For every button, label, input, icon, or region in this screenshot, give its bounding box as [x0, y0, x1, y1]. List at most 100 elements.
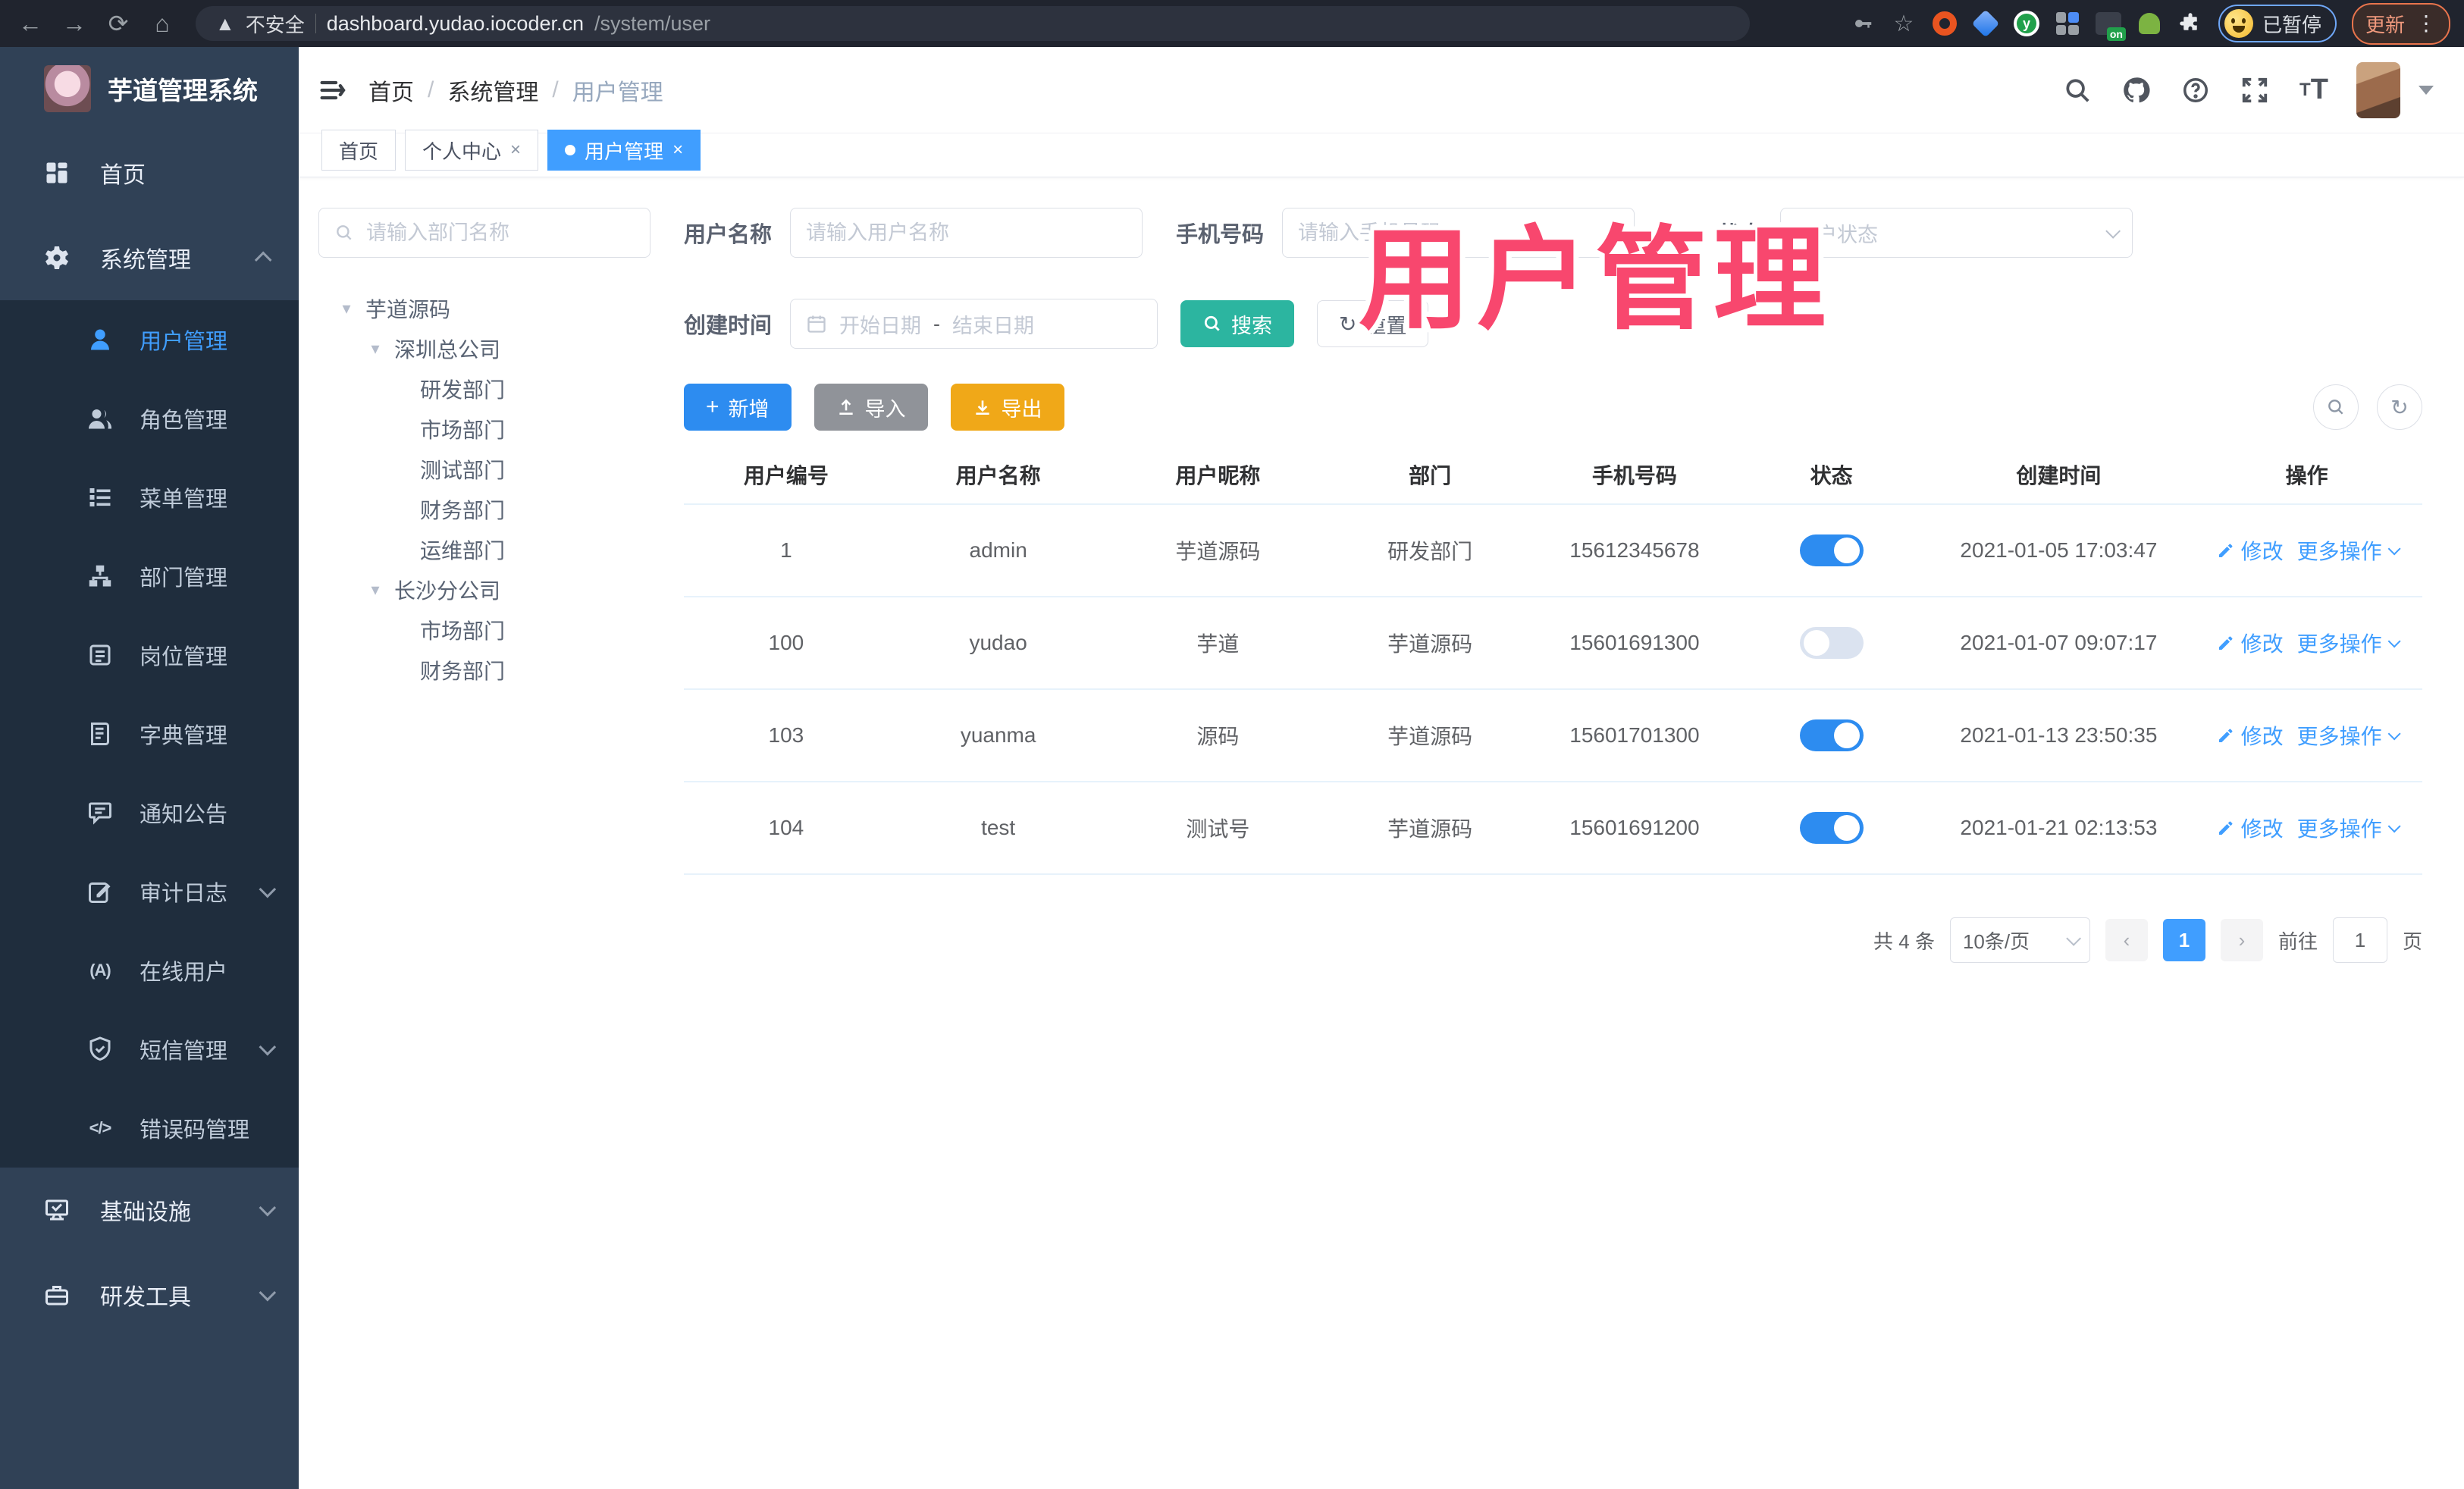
close-icon[interactable]: ×	[510, 139, 521, 161]
bookmark-star-icon[interactable]: ☆	[1891, 11, 1917, 36]
post-icon	[86, 641, 114, 669]
address-bar[interactable]: ▲ 不安全 dashboard.yudao.iocoder.cn/system/…	[196, 6, 1750, 41]
goto-label: 前往	[2277, 929, 2318, 953]
sidebar-item-devtools[interactable]: 研发工具	[0, 1252, 299, 1337]
extension-green-key-icon[interactable]	[2136, 11, 2162, 36]
edit-link[interactable]: 修改	[2217, 720, 2284, 751]
edit-link[interactable]: 修改	[2217, 628, 2284, 658]
tree-expand-icon[interactable]: ▾	[365, 580, 385, 600]
github-icon[interactable]	[2120, 74, 2153, 107]
status-toggle[interactable]	[1799, 627, 1864, 659]
refresh-table-button[interactable]: ↻	[2377, 384, 2422, 430]
tree-node[interactable]: ▾ 长沙分公司	[318, 569, 650, 610]
reload-icon[interactable]: ⟳	[102, 7, 135, 40]
tab-home[interactable]: 首页	[321, 130, 397, 171]
more-actions-link[interactable]: 更多操作	[2297, 720, 2401, 751]
more-actions-link[interactable]: 更多操作	[2297, 535, 2401, 566]
page-size-select[interactable]: 10条/页	[1949, 917, 2090, 963]
date-start-placeholder: 开始日期	[839, 314, 922, 337]
extension-green-y-icon[interactable]: y	[2013, 11, 2039, 36]
date-range-picker[interactable]: 开始日期 - 结束日期	[790, 299, 1158, 349]
sidebar-item-sms-mgmt[interactable]: 短信管理	[0, 1010, 299, 1089]
mobile-input[interactable]	[1298, 221, 1619, 245]
more-actions-link[interactable]: 更多操作	[2297, 628, 2401, 658]
sidebar-item-post-mgmt[interactable]: 岗位管理	[0, 616, 299, 694]
app-logo-row[interactable]: 芋道管理系统	[0, 47, 299, 130]
home-icon[interactable]: ⌂	[146, 7, 179, 40]
sidebar-item-label: 字典管理	[140, 724, 228, 748]
next-page-button[interactable]: ›	[2220, 919, 2263, 961]
profile-paused-pill[interactable]: 已暂停	[2218, 5, 2337, 42]
sidebar-item-audit-log[interactable]: 审计日志	[0, 852, 299, 931]
prev-page-button[interactable]: ‹	[2105, 919, 2148, 961]
sidebar-item-menu-mgmt[interactable]: 菜单管理	[0, 458, 299, 537]
export-button[interactable]: 导出	[950, 384, 1064, 431]
dept-search-box[interactable]	[318, 208, 650, 258]
extension-grid-icon[interactable]	[2055, 11, 2080, 36]
edit-link[interactable]: 修改	[2217, 813, 2284, 843]
username-input[interactable]	[806, 221, 1127, 245]
sidebar-item-infrastructure[interactable]: 基础设施	[0, 1168, 299, 1252]
more-actions-link[interactable]: 更多操作	[2297, 813, 2401, 843]
tree-node[interactable]: 财务部门	[318, 650, 650, 690]
status-toggle[interactable]	[1799, 719, 1864, 751]
search-icon[interactable]	[2061, 74, 2094, 107]
created-label: 创建时间	[684, 314, 773, 338]
tree-node[interactable]: ▾ 深圳总公司	[318, 328, 650, 368]
breadcrumb-home[interactable]: 首页	[368, 74, 414, 107]
forward-icon[interactable]: →	[58, 7, 91, 40]
breadcrumb-system[interactable]: 系统管理	[447, 74, 538, 107]
status-toggle[interactable]	[1799, 534, 1864, 566]
edit-link[interactable]: 修改	[2217, 535, 2284, 566]
tab-user-mgmt[interactable]: 用户管理 ×	[547, 130, 701, 171]
avatar-caret-icon[interactable]	[2419, 85, 2434, 95]
tree-node[interactable]: ▾ 芋道源码	[318, 288, 650, 328]
goto-page-input[interactable]	[2332, 917, 2387, 963]
font-size-icon[interactable]: TT	[2297, 74, 2331, 107]
tree-node[interactable]: 市场部门	[318, 610, 650, 650]
tree-node[interactable]: 运维部门	[318, 529, 650, 569]
user-avatar[interactable]	[2356, 61, 2400, 118]
sidebar-item-online-users[interactable]: (A) 在线用户	[0, 931, 299, 1010]
chevron-down-icon	[2387, 635, 2401, 648]
system-submenu: 用户管理 角色管理 菜单管理 部门管理 岗位管理 字典管理 通知公告 审计日志 …	[0, 300, 299, 1168]
reset-button[interactable]: ↻ 重置	[1317, 300, 1429, 347]
tree-node[interactable]: 测试部门	[318, 449, 650, 489]
extensions-puzzle-icon[interactable]	[2177, 11, 2203, 36]
filter-row-2: 创建时间 开始日期 - 结束日期 搜索 ↻ 重置	[684, 299, 2422, 349]
sidebar-item-notice[interactable]: 通知公告	[0, 773, 299, 852]
status-toggle[interactable]	[1799, 812, 1864, 844]
tab-profile[interactable]: 个人中心 ×	[405, 130, 539, 171]
toggle-search-button[interactable]	[2313, 384, 2359, 430]
import-button[interactable]: 导入	[813, 384, 928, 431]
username-field-wrap	[790, 208, 1143, 258]
sidebar-item-dept-mgmt[interactable]: 部门管理	[0, 537, 299, 616]
tree-node[interactable]: 市场部门	[318, 409, 650, 449]
page-number-1[interactable]: 1	[2162, 919, 2205, 961]
search-button[interactable]: 搜索	[1180, 300, 1295, 347]
sidebar-collapse-icon[interactable]	[315, 74, 349, 107]
sidebar-item-user-mgmt[interactable]: 用户管理	[0, 300, 299, 379]
tree-node[interactable]: 财务部门	[318, 489, 650, 529]
help-icon[interactable]	[2179, 74, 2212, 107]
sidebar-item-system[interactable]: 系统管理	[0, 215, 299, 300]
tree-expand-icon[interactable]: ▾	[365, 339, 385, 359]
close-icon[interactable]: ×	[672, 139, 683, 161]
add-button[interactable]: + 新增	[684, 384, 792, 431]
sidebar-item-home[interactable]: 首页	[0, 130, 299, 215]
browser-update-button[interactable]: 更新 ⋮	[2351, 2, 2450, 45]
tree-expand-icon[interactable]: ▾	[337, 299, 356, 318]
key-icon[interactable]	[1850, 11, 1876, 36]
extension-gem-icon[interactable]	[1971, 9, 2000, 38]
fullscreen-icon[interactable]	[2238, 74, 2271, 107]
sidebar-item-role-mgmt[interactable]: 角色管理	[0, 379, 299, 458]
extension-on-badge-icon[interactable]: on	[2095, 11, 2126, 41]
dept-search-input[interactable]	[366, 221, 635, 245]
back-icon[interactable]: ←	[14, 7, 47, 40]
browser-menu-kebab-icon[interactable]: ⋮	[2415, 13, 2437, 34]
sidebar-item-error-code[interactable]: </> 错误码管理	[0, 1089, 299, 1168]
status-select[interactable]: 用户状态	[1780, 208, 2133, 258]
tree-node[interactable]: 研发部门	[318, 368, 650, 409]
extension-orange-icon[interactable]	[1932, 11, 1958, 36]
sidebar-item-dict-mgmt[interactable]: 字典管理	[0, 694, 299, 773]
